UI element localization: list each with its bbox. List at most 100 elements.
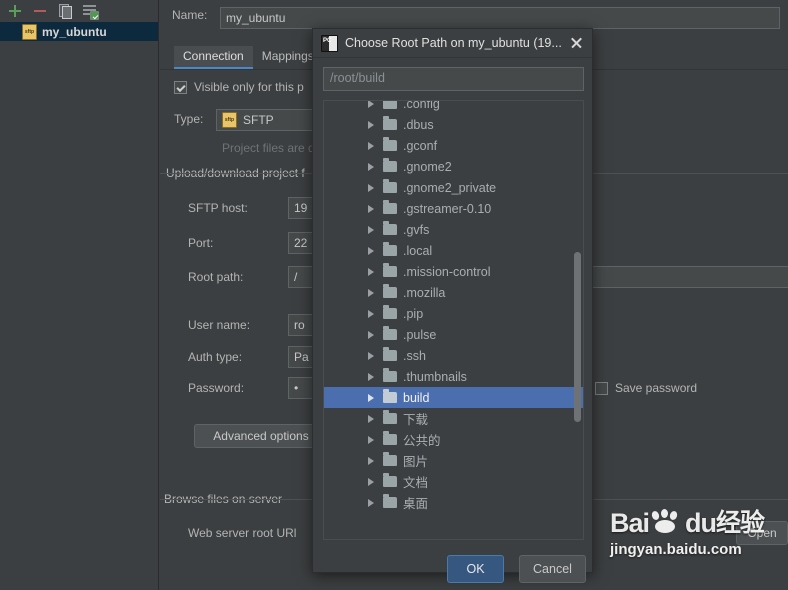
expand-arrow-icon[interactable] [368,183,374,192]
tree-row[interactable]: .mission-control [324,261,583,282]
tree-row-label: .dbus [403,117,434,132]
tab-connection[interactable]: Connection [174,46,253,69]
expand-arrow-icon[interactable] [368,162,374,171]
tree-scrollbar-thumb[interactable] [574,252,581,422]
folder-icon [383,431,397,445]
expand-arrow-icon[interactable] [368,141,374,150]
expand-arrow-icon[interactable] [368,101,374,108]
tree-row[interactable]: .local [324,240,583,261]
web-server-root-url-label: Web server root URl [188,526,297,540]
tree-row-label: .gvfs [403,222,430,237]
folder-icon [383,452,397,466]
tree-row[interactable]: .pip [324,303,583,324]
expand-arrow-icon[interactable] [368,372,374,381]
add-icon[interactable] [7,3,23,19]
tree-row-label: build [403,390,430,405]
root-path-row: Root path: [188,270,243,284]
expand-arrow-icon[interactable] [368,393,374,402]
path-input[interactable]: /root/build [323,67,584,91]
tree-row-label: 公共的 [403,434,441,448]
folder-icon [383,494,397,508]
save-password-checkbox[interactable] [595,381,608,395]
expand-arrow-icon[interactable] [368,330,374,339]
tree-row[interactable]: .thumbnails [324,366,583,387]
expand-arrow-icon[interactable] [368,414,374,423]
expand-arrow-icon[interactable] [368,477,374,486]
expand-arrow-icon[interactable] [368,498,374,507]
tree-row-label: .ssh [403,348,426,363]
expand-arrow-icon[interactable] [368,309,374,318]
advanced-options-button[interactable]: Advanced options [194,424,328,448]
remove-icon[interactable] [32,3,48,19]
choose-root-path-dialog: Choose Root Path on my_ubuntu (19... /ro… [312,28,593,583]
tree-row[interactable]: .dbus [324,114,583,135]
folder-icon [383,305,397,319]
name-input[interactable]: my_ubuntu [220,7,780,29]
folder-icon [383,389,397,403]
tree-row[interactable]: build [324,387,583,408]
expand-arrow-icon[interactable] [368,288,374,297]
tree-row[interactable]: .config [324,101,583,114]
set-default-icon[interactable] [82,3,99,20]
auth-type-label: Auth type: [188,350,243,364]
folder-icon [383,221,397,235]
web-root-row: Web server root URl [188,526,296,540]
open-button[interactable]: Open [736,521,788,545]
tree-row[interactable]: 下载 [324,408,583,429]
password-label: Password: [188,381,245,395]
expand-arrow-icon[interactable] [368,435,374,444]
sidebar-toolbar [0,0,158,22]
folder-icon [383,410,397,424]
folder-icon [383,200,397,214]
tree-row[interactable]: .mozilla [324,282,583,303]
tree-row[interactable]: 公共的 [324,429,583,450]
cancel-button[interactable]: Cancel [519,555,586,583]
tree-row[interactable]: .gnome2_private [324,177,583,198]
tree-row[interactable]: .ssh [324,345,583,366]
sidebar-item-my-ubuntu[interactable]: sftp my_ubuntu [0,22,158,41]
tree-row[interactable]: .gnome2 [324,156,583,177]
expand-arrow-icon[interactable] [368,225,374,234]
tree-row[interactable]: 桌面 [324,492,583,513]
expand-arrow-icon[interactable] [368,456,374,465]
tree-row-label: 下载 [403,413,429,427]
save-password-row[interactable]: Save password [595,381,697,395]
auth-type-row: Auth type: [188,350,242,364]
tree-row-label: 图片 [403,455,429,469]
save-password-label: Save password [615,381,698,395]
expand-arrow-icon[interactable] [368,204,374,213]
close-icon[interactable] [566,33,586,53]
dialog-titlebar: Choose Root Path on my_ubuntu (19... [313,29,592,58]
tree-row[interactable]: .gconf [324,135,583,156]
ok-button[interactable]: OK [447,555,504,583]
directory-tree-list: .config .dbus .gconf .gnome2 .gnome2_private… [324,101,583,513]
tree-row-label: .gnome2_private [403,180,497,195]
tree-row[interactable]: .gvfs [324,219,583,240]
root-path-label: Root path: [188,270,244,284]
folder-icon [383,284,397,298]
tree-row[interactable]: 文档 [324,471,583,492]
tree-row-label: .mission-control [403,264,491,279]
expand-arrow-icon[interactable] [368,120,374,129]
visible-only-label: Visible only for this p [194,80,304,94]
visible-only-row[interactable]: Visible only for this p [174,80,304,94]
visible-only-checkbox[interactable] [174,80,187,94]
dialog-title: Choose Root Path on my_ubuntu (19... [345,36,562,50]
expand-arrow-icon[interactable] [368,351,374,360]
config-tabs: Connection Mappings [174,45,323,69]
tree-row-label: .gnome2 [403,159,452,174]
tree-row[interactable]: .gstreamer-0.10 [324,198,583,219]
tree-row-label: 文档 [403,476,429,490]
tree-row[interactable]: 图片 [324,450,583,471]
port-row: Port: [188,236,213,250]
app-window: sftp my_ubuntu Name: my_ubuntu Connectio… [0,0,788,590]
expand-arrow-icon[interactable] [368,267,374,276]
directory-tree[interactable]: .config .dbus .gconf .gnome2 .gnome2_private… [323,100,584,540]
expand-arrow-icon[interactable] [368,246,374,255]
folder-icon [383,368,397,382]
tree-row[interactable]: .pulse [324,324,583,345]
tree-scrollbar[interactable] [573,102,582,538]
folder-icon [383,242,397,256]
copy-icon[interactable] [57,3,73,19]
sftp-host-row: SFTP host: [188,201,248,215]
